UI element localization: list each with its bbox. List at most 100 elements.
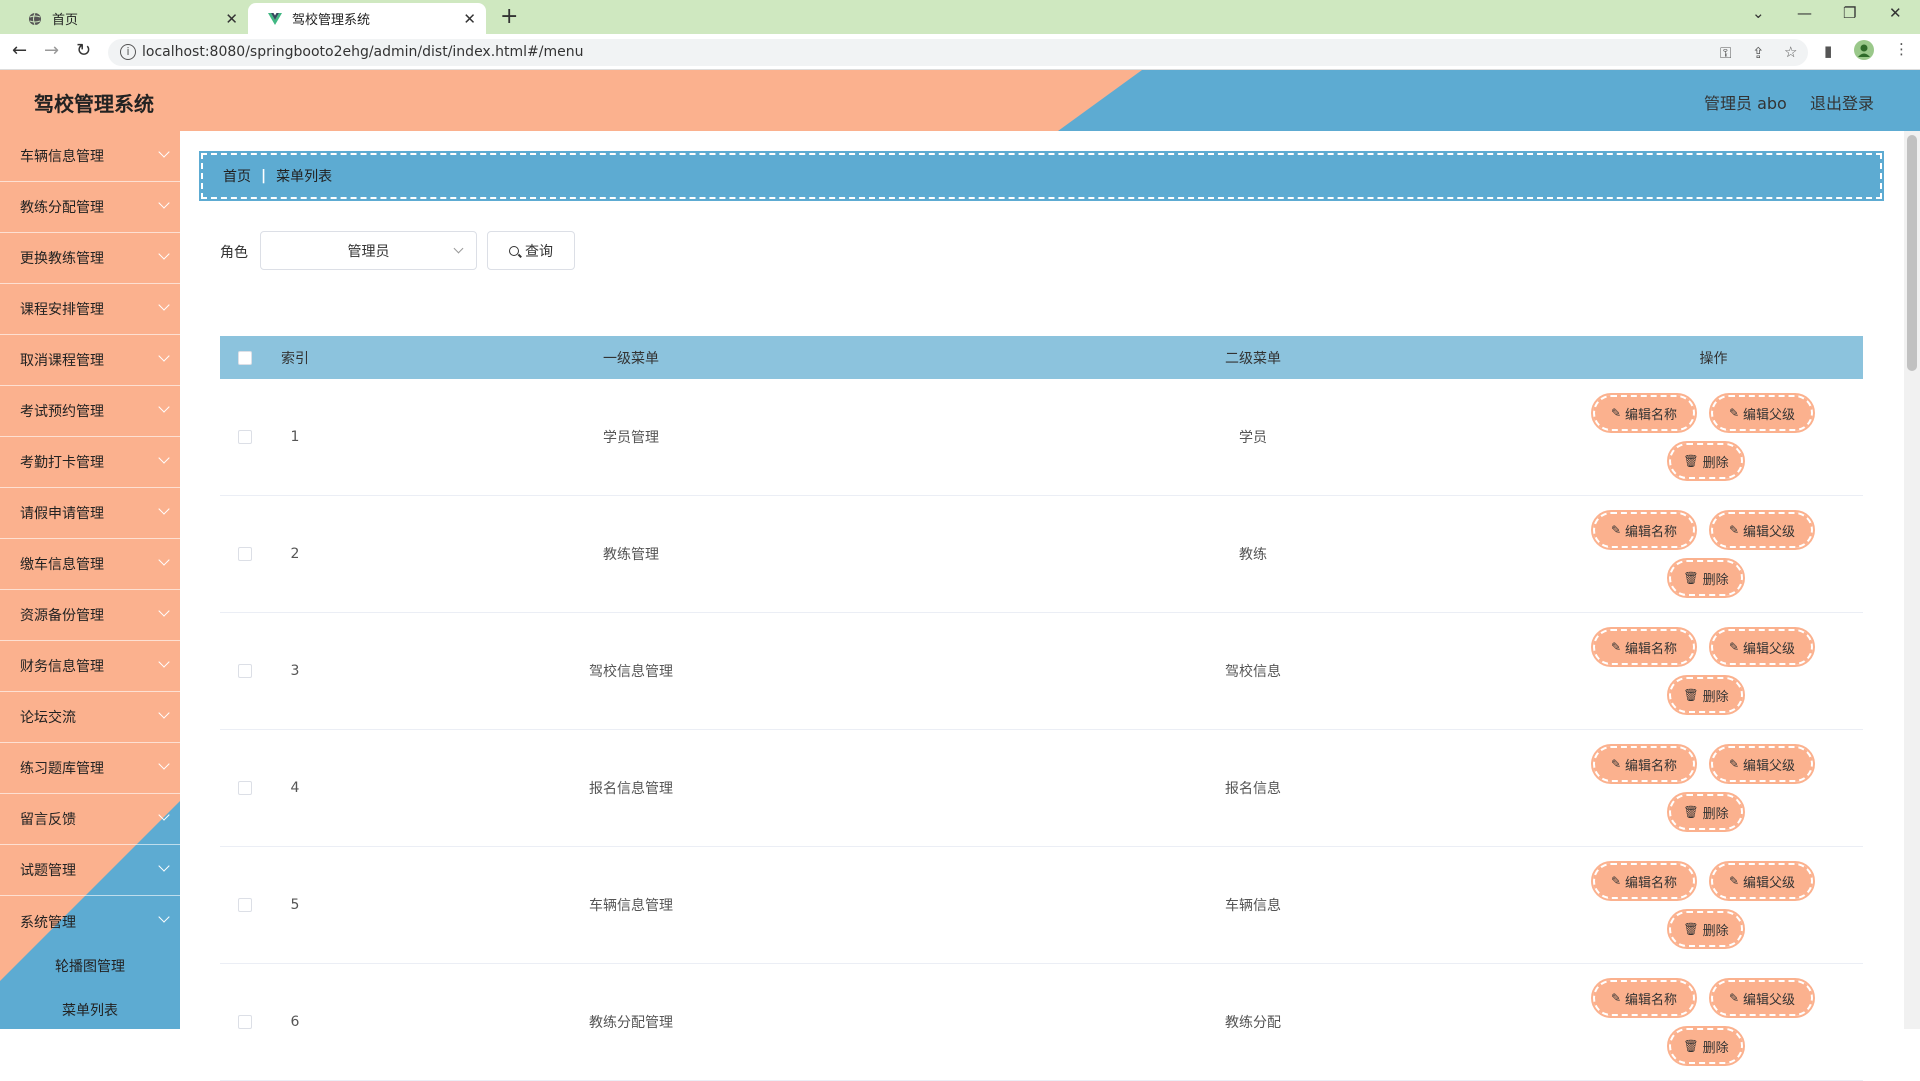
edit-parent-button[interactable]: ✎ 编辑父级 xyxy=(1709,393,1815,433)
cell-index: 4 xyxy=(290,780,300,796)
browser-tab-app[interactable]: 驾校管理系统 ✕ xyxy=(248,3,486,34)
minimize-icon[interactable]: — xyxy=(1797,4,1812,22)
edit-parent-button[interactable]: ✎ 编辑父级 xyxy=(1709,744,1815,784)
role-select[interactable]: 管理员 xyxy=(260,231,477,270)
scrollbar-thumb[interactable] xyxy=(1907,135,1917,371)
logout-link[interactable]: 退出登录 xyxy=(1810,90,1874,114)
cell-level2: 报名信息 xyxy=(1225,781,1281,797)
chevron-down-icon xyxy=(158,197,170,209)
sidebar-item-system[interactable]: 系统管理 xyxy=(0,896,180,947)
row-actions: ✎ 编辑名称 ✎ 编辑父级 🗑 删除 xyxy=(1591,379,1815,495)
row-checkbox[interactable] xyxy=(238,547,252,561)
query-button-label: 查询 xyxy=(525,243,553,260)
new-tab-icon[interactable]: + xyxy=(500,4,518,29)
sidebar-item-car-return[interactable]: 缴车信息管理 xyxy=(0,539,180,590)
sidebar-item-vehicle-info[interactable]: 车辆信息管理 xyxy=(0,131,180,182)
sidebar-item-course-schedule[interactable]: 课程安排管理 xyxy=(0,284,180,335)
breadcrumb-home[interactable]: 首页 xyxy=(223,166,251,186)
sidebar-item-question-bank[interactable]: 练习题库管理 xyxy=(0,743,180,794)
key-icon[interactable]: ⚿ xyxy=(1720,44,1731,62)
star-icon[interactable]: ☆ xyxy=(1784,43,1797,61)
forward-icon[interactable]: → xyxy=(44,40,59,61)
sidebar-item-label: 系统管理 xyxy=(20,914,76,931)
edit-name-button[interactable]: ✎ 编辑名称 xyxy=(1591,978,1697,1018)
edit-parent-label: 编辑父级 xyxy=(1743,758,1796,774)
delete-button[interactable]: 🗑 删除 xyxy=(1667,1026,1745,1066)
sidebar-item-course-cancel[interactable]: 取消课程管理 xyxy=(0,335,180,386)
cell-level1: 车辆信息管理 xyxy=(589,898,673,914)
delete-button[interactable]: 🗑 删除 xyxy=(1667,675,1745,715)
sidebar-subitem-menu-list[interactable]: 菜单列表 xyxy=(0,988,180,1029)
delete-button[interactable]: 🗑 删除 xyxy=(1667,909,1745,949)
edit-name-button[interactable]: ✎ 编辑名称 xyxy=(1591,744,1697,784)
edit-name-button[interactable]: ✎ 编辑名称 xyxy=(1591,861,1697,901)
sidebar-item-exam-questions[interactable]: 试题管理 xyxy=(0,845,180,896)
select-all-checkbox[interactable] xyxy=(238,350,252,365)
sidebar-item-forum[interactable]: 论坛交流 xyxy=(0,692,180,743)
vue-logo-icon xyxy=(268,12,282,26)
sidebar-item-attendance[interactable]: 考勤打卡管理 xyxy=(0,437,180,488)
side-panel-icon[interactable]: ▮ xyxy=(1824,42,1832,60)
edit-parent-label: 编辑父级 xyxy=(1743,641,1796,657)
sidebar-item-label: 考勤打卡管理 xyxy=(20,455,104,471)
profile-avatar-icon[interactable] xyxy=(1854,40,1874,64)
sidebar-item-leave-request[interactable]: 请假申请管理 xyxy=(0,488,180,539)
edit-parent-button[interactable]: ✎ 编辑父级 xyxy=(1709,510,1815,550)
tab-search-icon[interactable]: ⌄ xyxy=(1752,4,1765,22)
edit-name-label: 编辑名称 xyxy=(1625,758,1678,774)
edit-parent-label: 编辑父级 xyxy=(1743,875,1796,891)
close-icon[interactable]: ✕ xyxy=(463,10,476,28)
edit-parent-button[interactable]: ✎ 编辑父级 xyxy=(1709,978,1815,1018)
sidebar-subitem-carousel[interactable]: 轮播图管理 xyxy=(0,944,180,988)
edit-name-label: 编辑名称 xyxy=(1625,992,1678,1008)
table-row: 2 教练管理 教练 ✎ 编辑名称 ✎ 编辑父级 🗑 删除 xyxy=(220,496,1863,613)
cell-index: 1 xyxy=(290,429,300,445)
row-checkbox[interactable] xyxy=(238,781,252,795)
close-icon[interactable]: ✕ xyxy=(225,10,238,28)
edit-name-button[interactable]: ✎ 编辑名称 xyxy=(1591,393,1697,433)
edit-parent-button[interactable]: ✎ 编辑父级 xyxy=(1709,627,1815,667)
back-icon[interactable]: ← xyxy=(12,40,27,61)
breadcrumb: 首页 | 菜单列表 xyxy=(199,151,1884,201)
row-checkbox[interactable] xyxy=(238,430,252,444)
window-close-icon[interactable]: ✕ xyxy=(1889,4,1902,22)
edit-icon: ✎ xyxy=(1728,874,1740,888)
edit-name-button[interactable]: ✎ 编辑名称 xyxy=(1591,627,1697,667)
trash-icon: 🗑 xyxy=(1683,1039,1699,1053)
edit-parent-button[interactable]: ✎ 编辑父级 xyxy=(1709,861,1815,901)
delete-button[interactable]: 🗑 删除 xyxy=(1667,792,1745,832)
delete-button[interactable]: 🗑 删除 xyxy=(1667,441,1745,481)
edit-name-label: 编辑名称 xyxy=(1625,407,1678,423)
restore-icon[interactable]: ❐ xyxy=(1843,4,1856,22)
sidebar-item-coach-change[interactable]: 更换教练管理 xyxy=(0,233,180,284)
more-menu-icon[interactable]: ⋮ xyxy=(1894,40,1909,58)
sidebar-item-exam-booking[interactable]: 考试预约管理 xyxy=(0,386,180,437)
browser-tab-home[interactable]: 首页 ✕ xyxy=(8,3,248,34)
search-icon xyxy=(509,245,519,256)
cell-index: 3 xyxy=(290,663,300,679)
edit-name-label: 编辑名称 xyxy=(1625,641,1678,657)
sidebar-item-backup[interactable]: 资源备份管理 xyxy=(0,590,180,641)
share-icon[interactable]: ⇪ xyxy=(1752,44,1765,62)
row-checkbox[interactable] xyxy=(238,664,252,678)
edit-name-button[interactable]: ✎ 编辑名称 xyxy=(1591,510,1697,550)
query-button[interactable]: 查询 xyxy=(487,231,575,270)
url-input[interactable]: i localhost:8080/springbooto2ehg/admin/d… xyxy=(108,39,1808,66)
edit-name-label: 编辑名称 xyxy=(1625,524,1678,540)
sidebar-item-coach-assign[interactable]: 教练分配管理 xyxy=(0,182,180,233)
sidebar-item-finance[interactable]: 财务信息管理 xyxy=(0,641,180,692)
row-checkbox[interactable] xyxy=(238,898,252,912)
table-row: 3 驾校信息管理 驾校信息 ✎ 编辑名称 ✎ 编辑父级 🗑 删除 xyxy=(220,613,1863,730)
site-info-icon[interactable]: i xyxy=(120,44,136,60)
header-index: 索引 xyxy=(281,350,309,367)
chevron-down-icon xyxy=(158,350,170,362)
sidebar-item-label: 请假申请管理 xyxy=(20,506,104,522)
row-actions: ✎ 编辑名称 ✎ 编辑父级 🗑 删除 xyxy=(1591,496,1815,612)
scrollbar[interactable] xyxy=(1904,131,1920,1029)
trash-icon: 🗑 xyxy=(1683,805,1699,819)
row-checkbox[interactable] xyxy=(238,1015,252,1029)
reload-icon[interactable]: ↻ xyxy=(76,40,91,61)
cell-index: 2 xyxy=(290,546,300,562)
sidebar-item-feedback[interactable]: 留言反馈 xyxy=(0,794,180,845)
delete-button[interactable]: 🗑 删除 xyxy=(1667,558,1745,598)
